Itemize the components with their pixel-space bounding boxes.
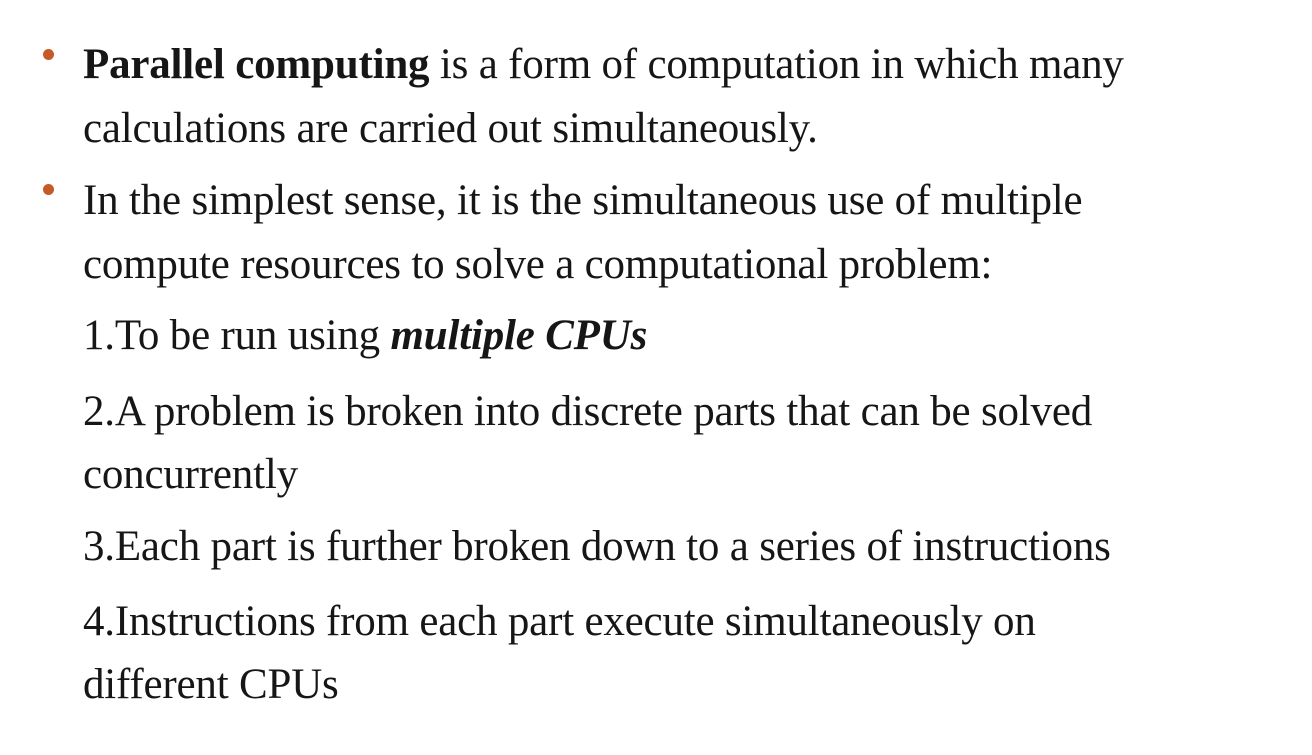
slide: Parallel computing is a form of computat… [0,0,1312,755]
step-1-emphasis: multiple CPUs [390,312,648,359]
step-4-number: 4. [83,598,115,645]
term-parallel-computing: Parallel computing [83,41,430,88]
step-2-number: 2. [83,388,115,435]
step-4-text: Instructions from each part execute simu… [114,598,1036,645]
step-4-line-2: different CPUs [83,661,339,708]
bullet-1-line-1-rest: is a form of computation in which many [429,41,1124,88]
step-3-number: 3. [83,523,115,570]
bullet-2-line-2: compute resources to solve a computation… [83,241,993,288]
step-3-text: Each part is further broken down to a se… [114,523,1111,570]
step-2-line-1: 2.A problem is broken into discrete part… [83,390,1092,433]
bullet-dot-icon [43,184,54,195]
bullet-2-line-1: In the simplest sense, it is the simulta… [83,177,1083,224]
step-1: 1.To be run using multiple CPUs [83,314,647,357]
bullet-1-line-2: calculations are carried out simultaneou… [83,105,818,152]
step-4-line-1: 4.Instructions from each part execute si… [83,600,1036,643]
step-2-line-2: concurrently [83,451,298,498]
step-2-text: A problem is broken into discrete parts … [114,388,1093,435]
step-1-text: To be run using [114,312,391,359]
step-3: 3.Each part is further broken down to a … [83,525,1111,568]
step-1-number: 1. [83,312,115,359]
bullet-dot-icon [43,49,54,60]
bullet-1-line-1: Parallel computing is a form of computat… [83,43,1124,86]
